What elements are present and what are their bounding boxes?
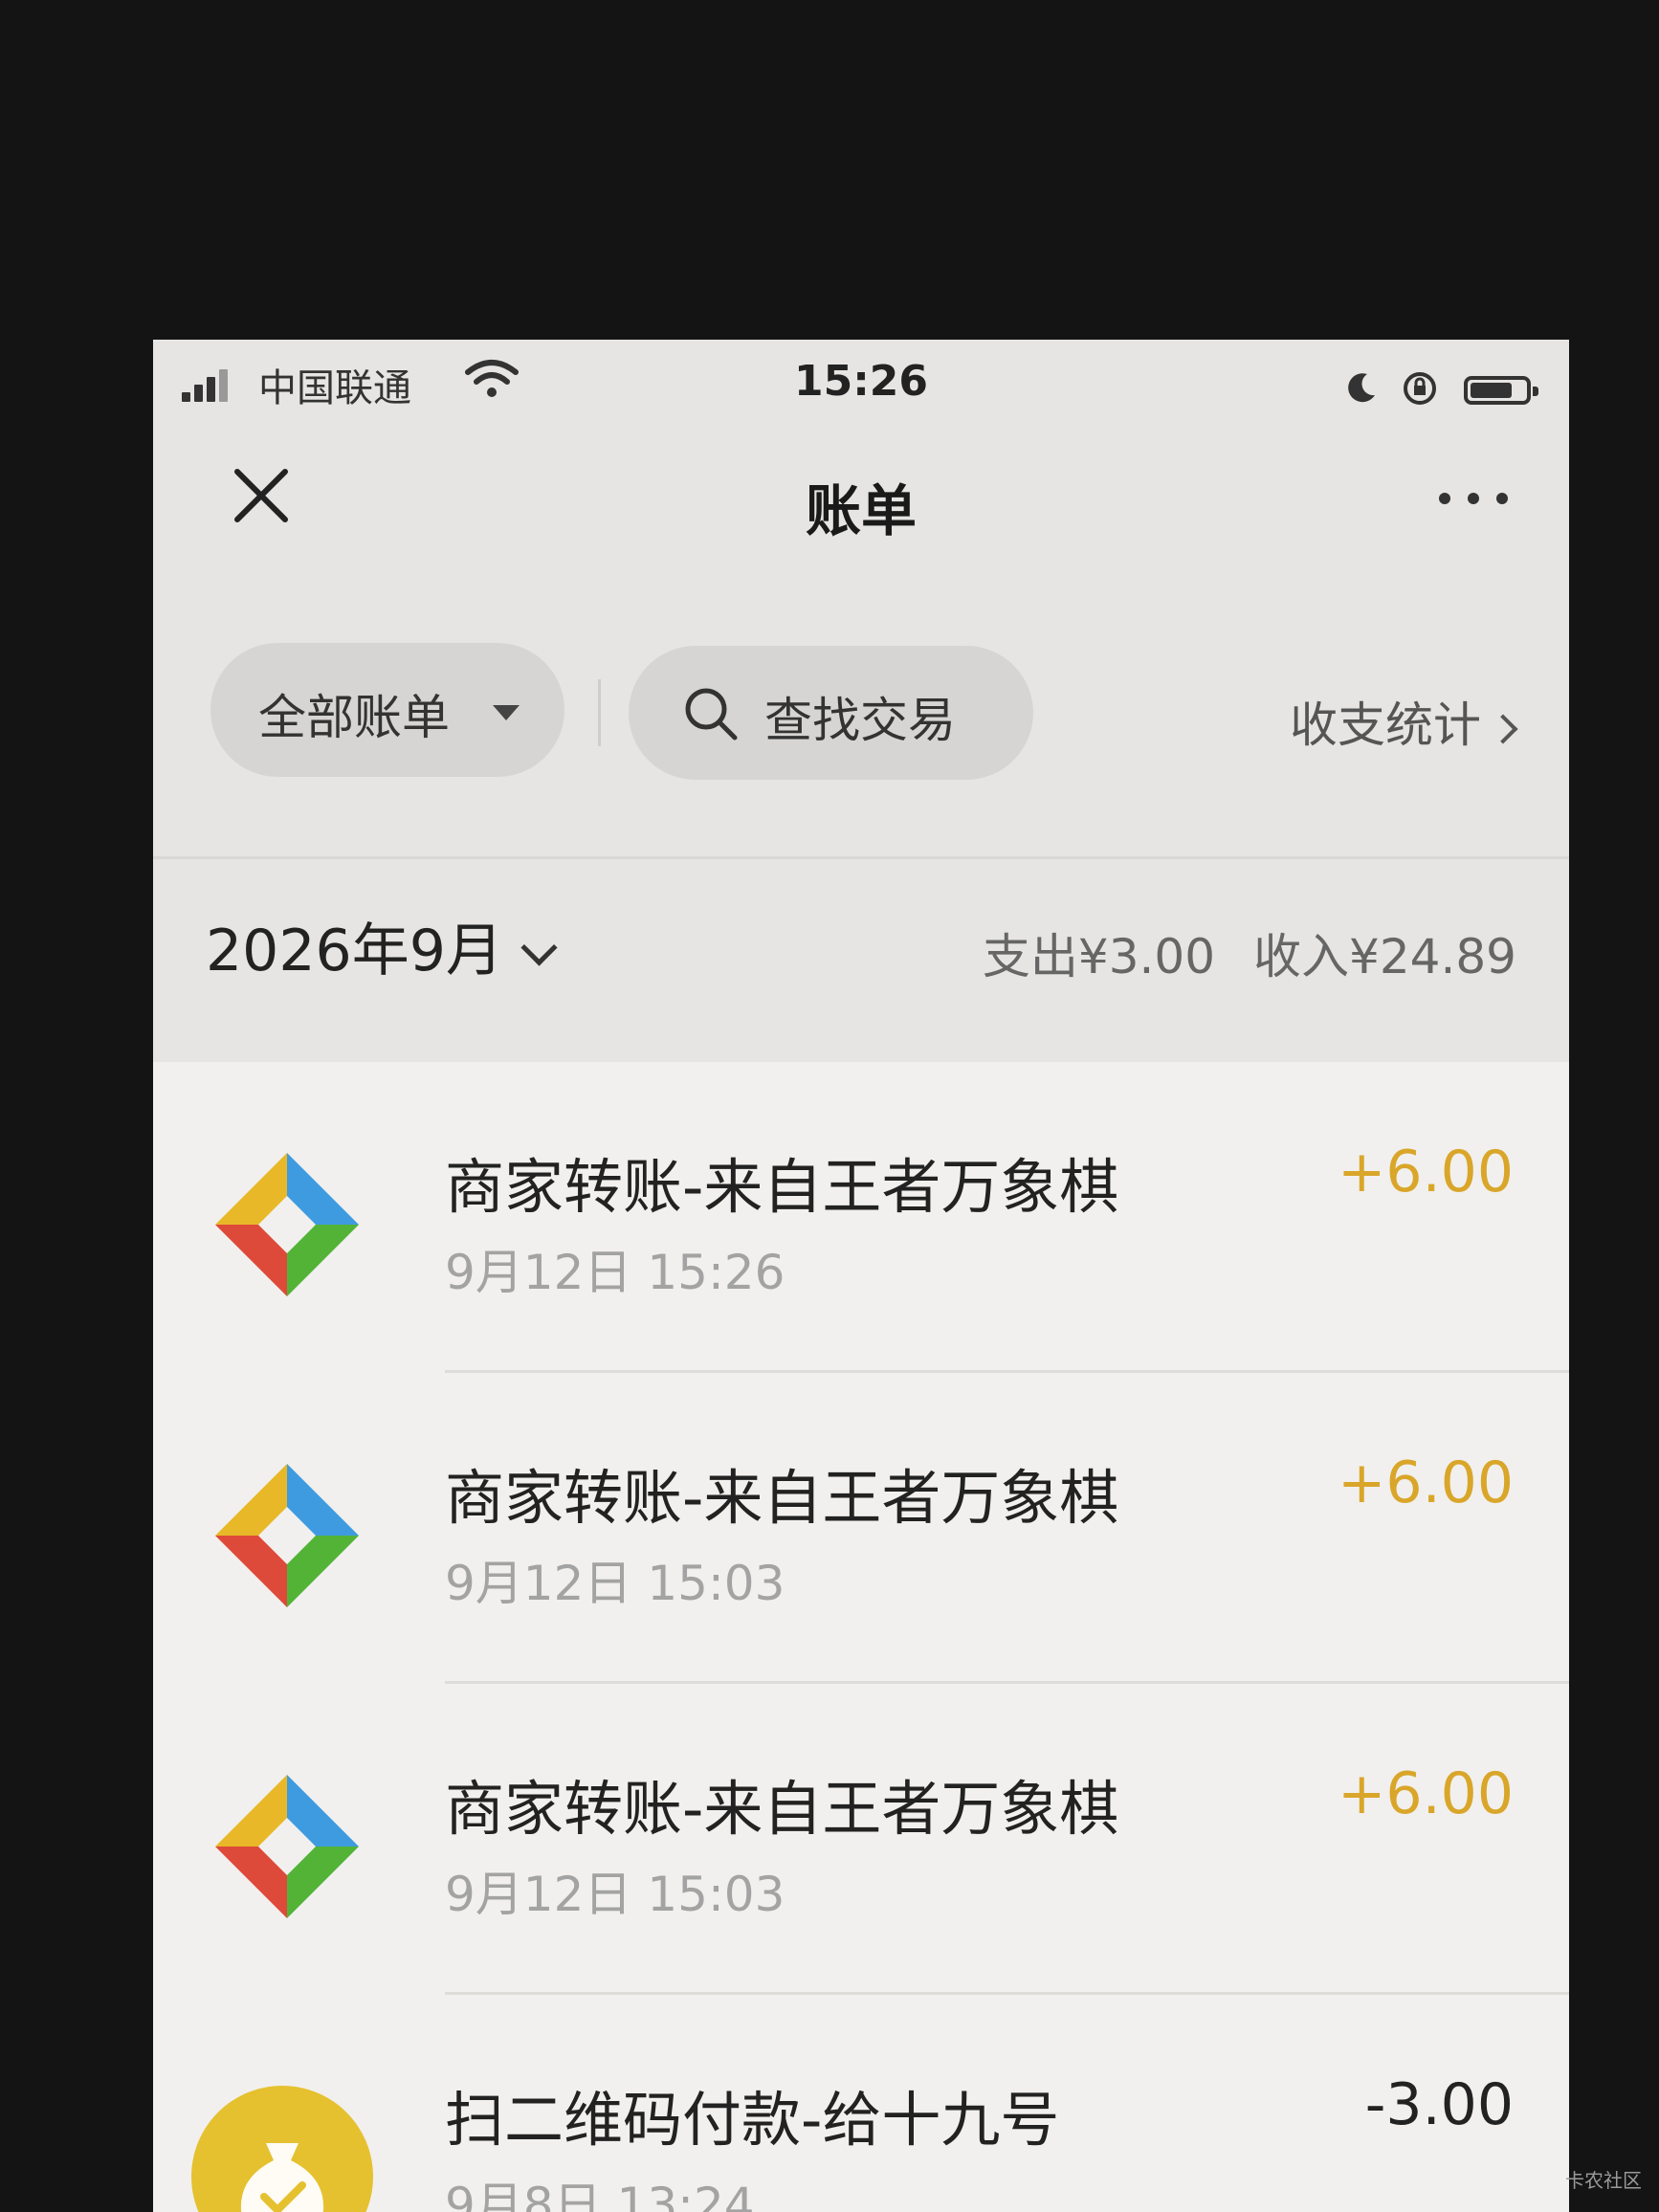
rotation-lock-icon	[1404, 372, 1436, 405]
caret-down-icon	[493, 705, 520, 720]
income-total: 收入¥24.89	[1253, 929, 1516, 984]
chevron-down-icon	[520, 929, 558, 966]
search-transactions-button[interactable]: 查找交易	[629, 646, 1033, 780]
month-selector[interactable]: 2026年9月	[206, 904, 558, 987]
merchant-transfer-icon	[215, 1464, 359, 1607]
transaction-row[interactable]: 扫二维码付款-给十九号 9月8日 13:24 -3.00	[153, 1995, 1569, 2212]
filter-bar: 全部账单 查找交易 收支统计	[153, 641, 1569, 785]
transaction-row[interactable]: 商家转账-来自王者万象棋 9月12日 15:03 +6.00	[153, 1684, 1569, 1995]
transaction-amount: +6.00	[1338, 1139, 1514, 1206]
battery-icon	[1464, 376, 1538, 405]
transaction-title: 商家转账-来自王者万象棋	[445, 1774, 1119, 1844]
transaction-time: 9月8日 13:24	[445, 2178, 755, 2212]
transaction-title: 商家转账-来自王者万象棋	[445, 1463, 1119, 1533]
page-title: 账单	[805, 478, 917, 543]
phone-screen: 中国联通 15:26 账单 全部账单 查找交易 收支统计 2026年9月 支出¥…	[153, 340, 1569, 2212]
chevron-right-icon	[1488, 713, 1518, 744]
income-expense-stats-link[interactable]: 收支统计	[1290, 687, 1518, 756]
filter-divider	[598, 679, 601, 746]
merchant-transfer-icon	[215, 1153, 359, 1296]
month-summary: 支出¥3.00 收入¥24.89	[983, 918, 1516, 987]
money-bag-icon	[191, 2086, 373, 2212]
transaction-time: 9月12日 15:03	[445, 1867, 785, 1922]
all-bills-label: 全部账单	[258, 690, 450, 745]
watermark: 卡农社区	[1565, 2169, 1642, 2192]
search-icon	[685, 688, 738, 741]
transaction-amount: +6.00	[1338, 1760, 1514, 1827]
merchant-transfer-icon	[215, 1775, 359, 1918]
transaction-row[interactable]: 商家转账-来自王者万象棋 9月12日 15:03 +6.00	[153, 1373, 1569, 1684]
transaction-amount: -3.00	[1364, 2071, 1514, 2138]
stats-label: 收支统计	[1290, 697, 1481, 753]
status-bar: 中国联通 15:26	[153, 340, 1569, 426]
search-label: 查找交易	[764, 693, 956, 748]
transaction-list: 商家转账-来自王者万象棋 9月12日 15:26 +6.00 商家转账-来自王者…	[153, 1062, 1569, 2212]
month-label: 2026年9月	[206, 918, 503, 984]
expense-total: 支出¥3.00	[982, 929, 1216, 984]
moon-icon	[1348, 373, 1375, 403]
section-divider	[153, 856, 1569, 859]
transaction-row[interactable]: 商家转账-来自王者万象棋 9月12日 15:26 +6.00	[153, 1062, 1569, 1373]
transaction-amount: +6.00	[1338, 1449, 1514, 1516]
transaction-title: 扫二维码付款-给十九号	[445, 2085, 1060, 2155]
more-options-icon[interactable]	[1435, 474, 1512, 521]
transaction-title: 商家转账-来自王者万象棋	[445, 1152, 1119, 1222]
transaction-time: 9月12日 15:03	[445, 1556, 785, 1611]
nav-bar: 账单	[153, 445, 1569, 560]
all-bills-dropdown[interactable]: 全部账单	[210, 643, 564, 777]
transaction-time: 9月12日 15:26	[445, 1245, 785, 1300]
